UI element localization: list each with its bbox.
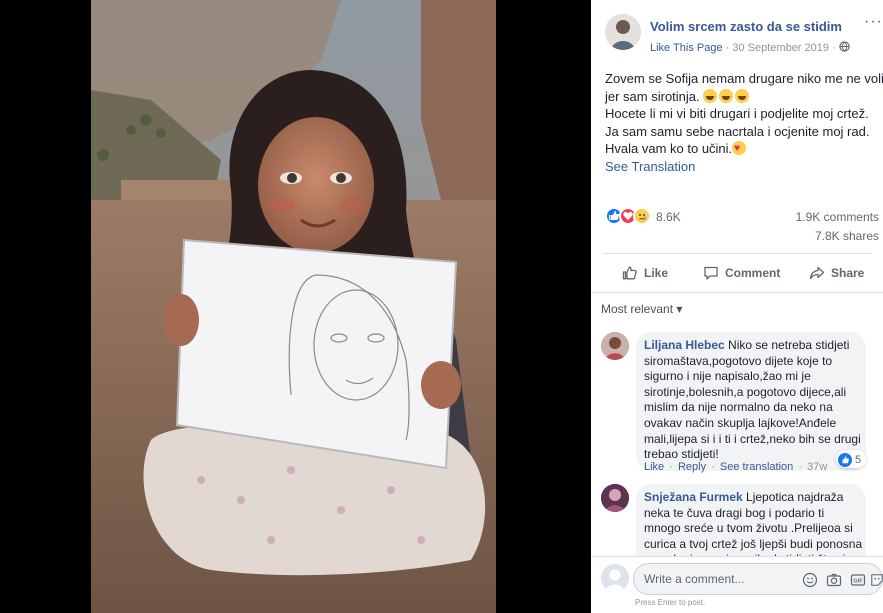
photo-viewer (0, 0, 591, 613)
divider (591, 292, 883, 293)
post-date[interactable]: 30 September 2019 (732, 42, 829, 54)
comment-text: mnogo sreće u tvom životu .Prelijeoa si (644, 521, 853, 536)
post-photo[interactable] (91, 0, 496, 613)
current-user-avatar (601, 564, 629, 592)
post-text-line: Hvala vam ko to učini. (605, 140, 879, 158)
post-text-line: Zovem se Sofija nemam drugare niko me ne… (605, 71, 883, 86)
meta-separator: · (725, 42, 730, 54)
post-text-line: Hocete li mi vi biti drugari i podjelite… (605, 106, 869, 121)
photo-illustration (91, 0, 496, 613)
comment-author[interactable]: Liljana Hlebec (644, 338, 725, 352)
like-button-label: Like (644, 266, 669, 280)
post-text-line: jer sam sirotinja. (605, 88, 879, 106)
comment-sort-dropdown[interactable]: Most relevant ▾ (601, 302, 682, 316)
post-sidebar: Volim srcem zasto da se stidim Like This… (591, 0, 883, 613)
comment-text: sigurno i nije napisalo,žao mi je (644, 369, 811, 384)
divider (603, 253, 871, 254)
comment-text: siromaštava,pogotovo dijete koje to (644, 353, 833, 368)
camera-icon[interactable] (826, 572, 842, 588)
comment-button-label: Comment (725, 266, 781, 280)
svg-text:GIF: GIF (853, 579, 863, 585)
comment-composer: Write a comment... GIF Press Enter to po… (591, 556, 883, 613)
comment-text: mali,lijepa si i i ti i crtež,neko bih s… (644, 431, 861, 446)
comment-reply-link[interactable]: Reply (678, 461, 706, 473)
sad-reaction-icon[interactable] (633, 207, 651, 225)
crying-emoji-icon (703, 88, 718, 103)
thumbs-up-icon (622, 266, 637, 280)
crying-emoji-icon (735, 88, 750, 103)
comment-time[interactable]: 37w (807, 461, 827, 473)
press-enter-hint: Press Enter to post. (635, 598, 706, 607)
share-icon (809, 266, 825, 280)
comment-like-link[interactable]: Like (644, 461, 664, 473)
gif-icon[interactable]: GIF (850, 572, 866, 588)
comment-button[interactable]: Comment (703, 258, 780, 288)
like-page-link[interactable]: Like This Page (650, 42, 723, 54)
page-avatar[interactable] (605, 14, 641, 50)
comment-text: ovakav način skuplja lajkove!Anđele (644, 415, 837, 430)
post-meta: Like This Page · 30 September 2019 · (650, 41, 850, 54)
comment-meta: Like · Reply · See translation · 37w (644, 461, 828, 473)
like-button[interactable]: Like (622, 258, 668, 288)
like-reaction-icon (838, 452, 852, 467)
share-count[interactable]: 7.8K shares (815, 229, 879, 243)
globe-icon[interactable] (839, 41, 850, 52)
page-name-link[interactable]: Volim srcem zasto da se stidim (650, 19, 842, 34)
see-translation-link[interactable]: See Translation (605, 158, 879, 176)
comment-input-placeholder: Write a comment... (644, 572, 745, 586)
post-text: Zovem se Sofija nemam drugare niko me ne… (605, 70, 883, 176)
comment-translation-link[interactable]: See translation (720, 461, 793, 473)
comment-text: curica a tvoj crtež još ljepši budi pono… (644, 536, 863, 551)
post-actions: Like Comment Share (603, 258, 883, 288)
comment-icon (704, 266, 718, 280)
share-button-label: Share (831, 266, 865, 280)
post-text-line: Ja sam samu sebe nacrtala i ocjenite moj… (605, 123, 870, 139)
reaction-count[interactable]: 8.6K (656, 210, 681, 224)
comment-author[interactable]: Snježana Furmek (644, 490, 743, 504)
comment-like-badge[interactable]: 5 (836, 450, 867, 468)
emoji-icon[interactable] (802, 572, 818, 588)
crying-emoji-icon (719, 88, 734, 103)
heart-face-emoji-icon (732, 140, 747, 158)
reactions-bar: 8.6K 1.9K comments 7.8K shares (605, 207, 883, 247)
comment-count[interactable]: 1.9K comments (796, 210, 879, 224)
more-options-icon[interactable]: ··· (864, 13, 883, 31)
comment-text: sirotinje,bolesnih,a pogotovo dijece,ali (644, 384, 847, 399)
comment-text: Niko se netreba stidjeti (724, 338, 850, 352)
meta-separator-2: · (832, 42, 836, 54)
commenter-avatar[interactable] (601, 332, 629, 360)
page-avatar-image (605, 14, 641, 50)
comment-text: mislim da nije normalno da neko na (644, 400, 833, 415)
commenter-avatar[interactable] (601, 484, 629, 512)
comment-text: neka te čuva dragi bog i podario ti (644, 505, 825, 520)
comment-like-count: 5 (855, 453, 862, 466)
sticker-icon[interactable] (870, 572, 883, 588)
share-button[interactable]: Share (809, 258, 864, 288)
comment-bubble: Liljana Hlebec Niko se netreba stidjeti … (636, 332, 866, 471)
comment-text: Ljepotica najdraža (742, 490, 844, 504)
comment-input[interactable]: Write a comment... GIF (633, 563, 883, 595)
